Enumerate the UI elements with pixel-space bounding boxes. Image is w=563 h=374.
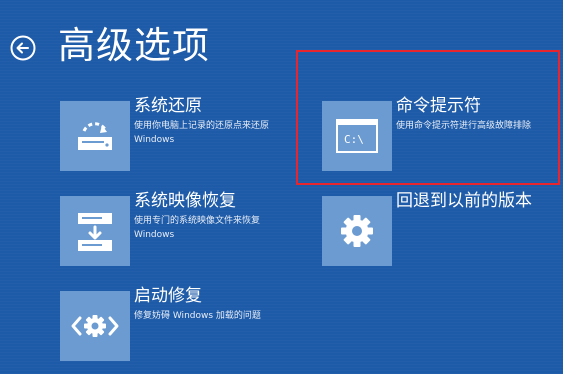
tile-desc-line: Windows	[134, 230, 175, 240]
tile-title: 系统还原	[134, 96, 202, 116]
tile-system-restore[interactable]: 系统还原 使用你电脑上记录的还原点来还原 Windows	[60, 96, 330, 181]
tile-title: 启动修复	[134, 286, 202, 306]
tile-desc-line: 使用专门的系统映像文件来恢复	[134, 216, 261, 226]
tile-title: 回退到以前的版本	[396, 191, 532, 211]
tile-desc-line: Windows	[134, 135, 175, 145]
tile-icon-box	[60, 101, 130, 171]
command-prompt-icon: C:\	[336, 119, 378, 153]
tile-desc-line: 使用命令提示符进行高级故障排除	[396, 121, 532, 131]
tile-title: 系统映像恢复	[134, 191, 236, 211]
tile-icon-box: C:\	[322, 101, 392, 171]
gear-icon	[341, 215, 373, 247]
startup-repair-icon	[71, 315, 119, 337]
tile-description: 使用你电脑上记录的还原点来还原 Windows	[134, 119, 269, 147]
system-restore-icon	[78, 122, 112, 150]
tile-description: 使用命令提示符进行高级故障排除	[396, 119, 531, 133]
tile-startup-repair[interactable]: 启动修复 修复妨碍 Windows 加载的问题	[60, 286, 330, 371]
tile-icon-box	[322, 196, 392, 266]
page-title: 高级选项	[58, 24, 210, 67]
system-image-recovery-icon	[78, 213, 112, 251]
tile-desc-line: 修复妨碍 Windows 加载的问题	[134, 311, 261, 321]
tile-icon-box	[60, 196, 130, 266]
tile-desc-line: 使用你电脑上记录的还原点来还原	[134, 121, 270, 131]
tile-command-prompt[interactable]: C:\ 命令提示符 使用命令提示符进行高级故障排除	[322, 96, 563, 181]
tile-icon-box	[60, 291, 130, 361]
tile-description: 使用专门的系统映像文件来恢复 Windows	[134, 214, 260, 242]
back-arrow-circle-icon	[10, 35, 36, 61]
tile-title: 命令提示符	[396, 96, 481, 116]
back-button[interactable]	[10, 35, 36, 61]
tile-description: 修复妨碍 Windows 加载的问题	[134, 309, 261, 323]
tile-go-back-previous-version[interactable]: 回退到以前的版本	[322, 191, 563, 276]
tile-system-image-recovery[interactable]: 系统映像恢复 使用专门的系统映像文件来恢复 Windows	[60, 191, 330, 276]
command-prompt-icon-text: C:\	[344, 133, 364, 146]
